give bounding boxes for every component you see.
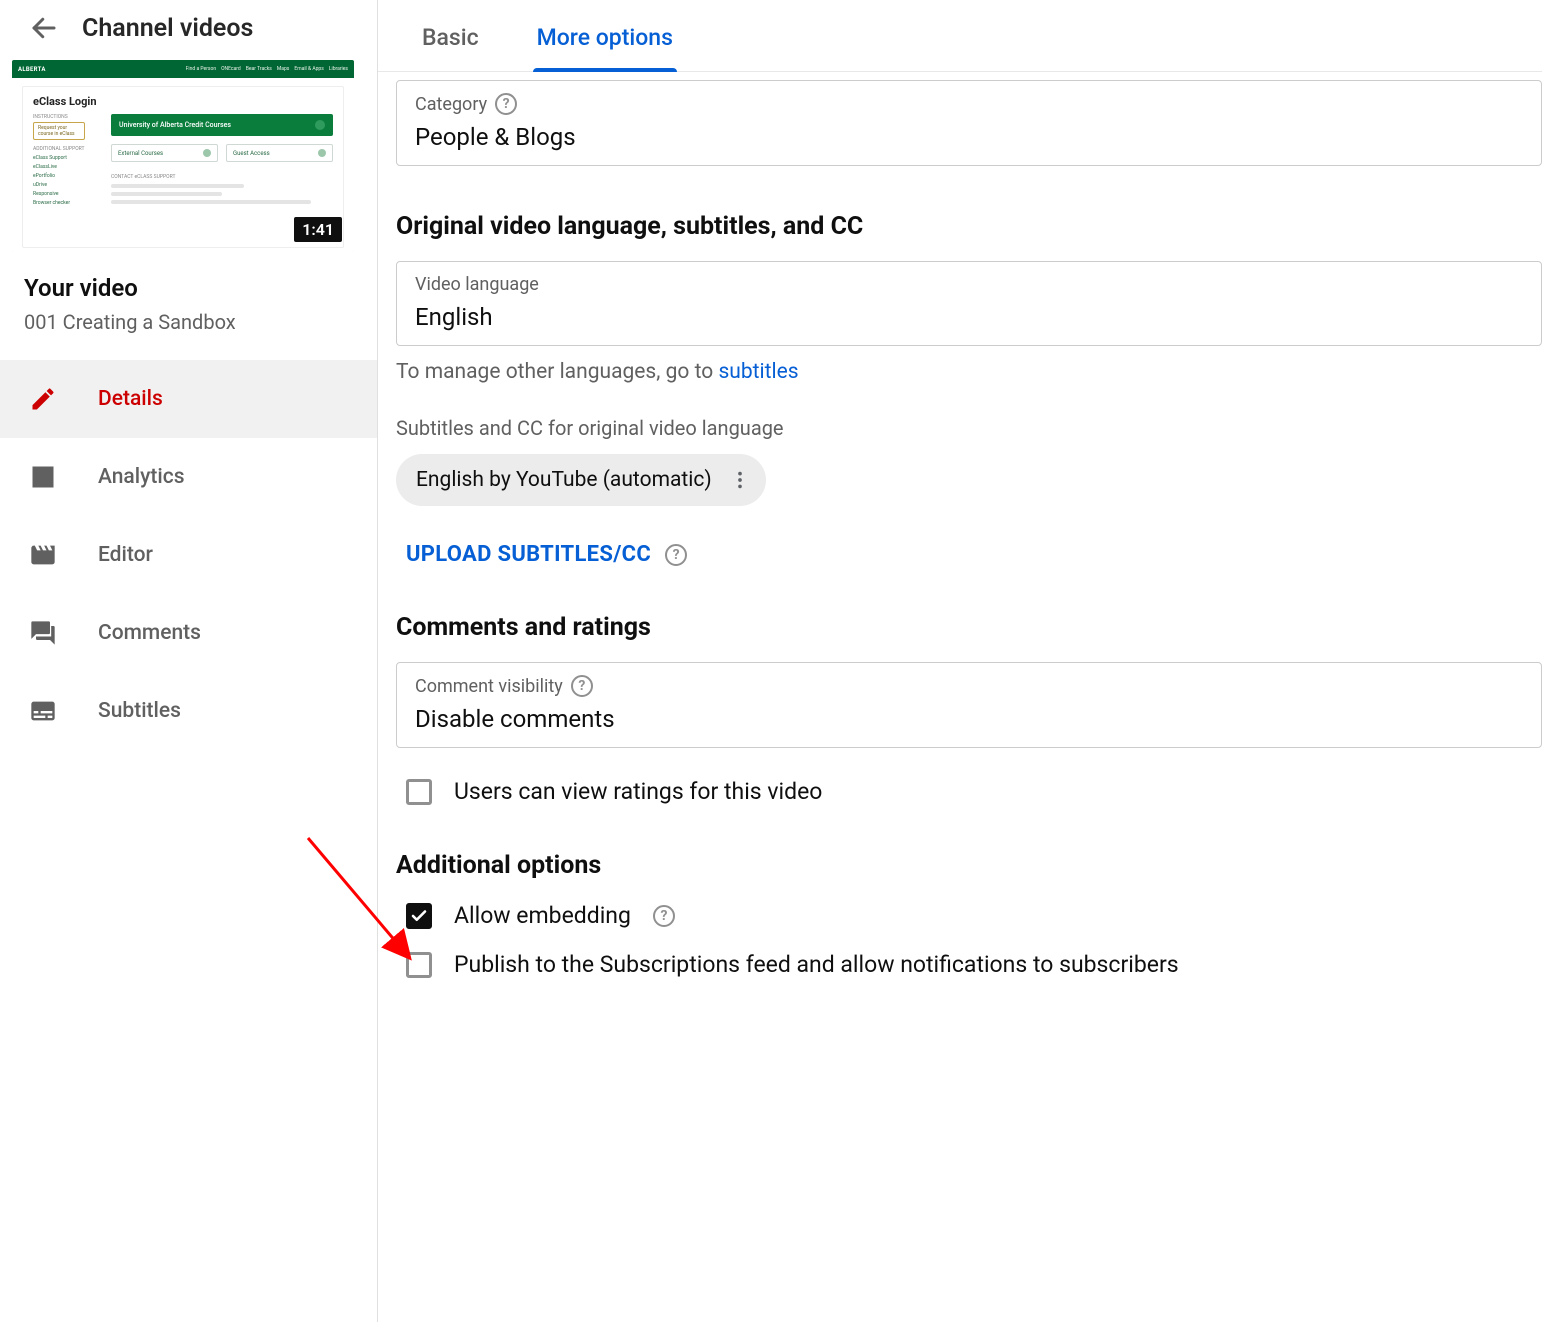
comment-visibility-field[interactable]: Comment visibility ? Disable comments: [396, 662, 1542, 748]
video-language-label: Video language: [415, 274, 539, 295]
editor-icon: [28, 540, 58, 570]
subtitles-sublabel: Subtitles and CC for original video lang…: [396, 416, 1542, 440]
duration-badge: 1:41: [294, 217, 342, 242]
category-value: People & Blogs: [415, 123, 1523, 151]
comments-icon: [28, 618, 58, 648]
more-vert-icon[interactable]: [726, 466, 754, 494]
category-label: Category: [415, 94, 487, 115]
sidebar-item-label: Subtitles: [98, 699, 181, 723]
ratings-checkbox[interactable]: [406, 779, 432, 805]
subtitle-chip[interactable]: English by YouTube (automatic): [396, 454, 766, 506]
pencil-icon: [28, 384, 58, 414]
sidebar-item-label: Comments: [98, 621, 201, 645]
page-title: Channel videos: [82, 14, 253, 43]
thumb-panel-title: eClass Login: [33, 95, 333, 108]
sidebar-item-subtitles[interactable]: Subtitles: [0, 672, 377, 750]
publish-feed-checkbox-label: Publish to the Subscriptions feed and al…: [454, 951, 1179, 978]
tab-more-options[interactable]: More options: [533, 14, 677, 71]
help-icon[interactable]: ?: [665, 544, 687, 566]
comment-visibility-value: Disable comments: [415, 705, 1523, 733]
back-button[interactable]: [26, 10, 62, 46]
analytics-icon: [28, 462, 58, 492]
tab-basic[interactable]: Basic: [418, 14, 483, 71]
subtitles-link[interactable]: subtitles: [718, 360, 798, 384]
help-icon[interactable]: ?: [571, 675, 593, 697]
embedding-checkbox[interactable]: [406, 903, 432, 929]
sidebar: Channel videos ALBERTA Find a Person ONE…: [0, 0, 378, 1322]
sidebar-item-editor[interactable]: Editor: [0, 516, 377, 594]
your-video-heading: Your video: [24, 274, 353, 302]
thumb-highlight: Request your course in eClass: [33, 122, 85, 140]
publish-feed-checkbox[interactable]: [406, 952, 432, 978]
upload-subtitles-button[interactable]: UPLOAD SUBTITLES/CC: [396, 542, 651, 567]
sidebar-item-analytics[interactable]: Analytics: [0, 438, 377, 516]
comment-visibility-label: Comment visibility: [415, 676, 563, 697]
sidebar-item-details[interactable]: Details: [0, 360, 377, 438]
help-icon[interactable]: ?: [653, 905, 675, 927]
ratings-checkbox-label: Users can view ratings for this video: [454, 778, 822, 805]
embedding-checkbox-label: Allow embedding: [454, 902, 631, 929]
sidebar-item-comments[interactable]: Comments: [0, 594, 377, 672]
comments-section-heading: Comments and ratings: [396, 613, 1542, 642]
sidebar-item-label: Details: [98, 387, 163, 411]
sidebar-item-label: Editor: [98, 543, 153, 567]
language-section-heading: Original video language, subtitles, and …: [396, 212, 1542, 241]
category-field[interactable]: Category ? People & Blogs: [396, 80, 1542, 166]
help-icon[interactable]: ?: [495, 93, 517, 115]
video-language-field[interactable]: Video language English: [396, 261, 1542, 346]
main-panel: Basic More options Category ? People & B…: [378, 0, 1542, 1322]
language-hint: To manage other languages, go to subtitl…: [396, 360, 1542, 384]
additional-section-heading: Additional options: [396, 851, 1542, 880]
arrow-left-icon: [29, 13, 59, 43]
thumb-logo: ALBERTA: [18, 66, 46, 73]
video-language-value: English: [415, 303, 1523, 331]
video-thumbnail[interactable]: ALBERTA Find a Person ONEcard Bear Track…: [12, 60, 354, 252]
sidebar-item-label: Analytics: [98, 465, 185, 489]
subtitles-icon: [28, 696, 58, 726]
subtitle-chip-label: English by YouTube (automatic): [416, 468, 712, 492]
video-title: 001 Creating a Sandbox: [24, 310, 353, 334]
